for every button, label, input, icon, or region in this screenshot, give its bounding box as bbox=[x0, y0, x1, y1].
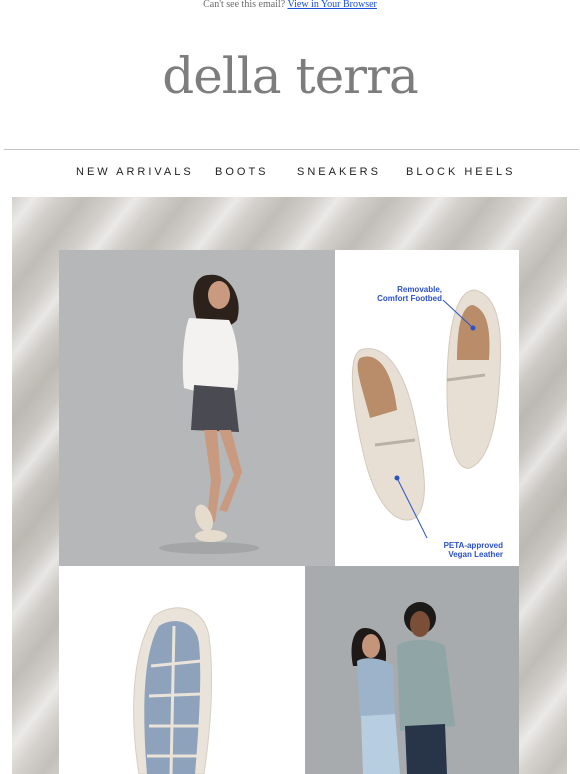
nav-sneakers[interactable]: SNEAKERS bbox=[297, 164, 381, 180]
nav-boots[interactable]: BOOTS bbox=[215, 164, 269, 180]
loafer-product-photo: Removable, Comfort Footbed PETA-approved… bbox=[335, 250, 519, 566]
leather-callout-line2: Vegan Leather bbox=[448, 550, 503, 559]
brand-logo[interactable]: della terra bbox=[0, 44, 580, 108]
outsole-illustration bbox=[59, 566, 305, 774]
brand-logo-text: della terra bbox=[162, 47, 419, 105]
header-divider bbox=[4, 149, 579, 150]
outsole-product-photo bbox=[59, 566, 305, 774]
footbed-callout-line1: Removable, bbox=[397, 285, 442, 294]
main-nav: NEW ARRIVALS BOOTS SNEAKERS BLOCK HEELS bbox=[0, 164, 580, 182]
couple-illustration bbox=[305, 566, 519, 774]
footbed-callout-line2: Comfort Footbed bbox=[377, 294, 442, 303]
model-illustration bbox=[59, 250, 335, 566]
preheader: Can't see this email? View in Your Brows… bbox=[0, 0, 580, 12]
nav-new-arrivals[interactable]: NEW ARRIVALS bbox=[76, 164, 194, 180]
preheader-text: Can't see this email? bbox=[203, 0, 286, 10]
model-photo bbox=[59, 250, 335, 566]
couple-photo bbox=[305, 566, 519, 774]
nav-block-heels[interactable]: BLOCK HEELS bbox=[406, 164, 515, 180]
leather-callout-line1: PETA-approved bbox=[443, 541, 503, 550]
hero-banner[interactable]: Removable, Comfort Footbed PETA-approved… bbox=[12, 197, 567, 774]
leather-callout: PETA-approved Vegan Leather bbox=[413, 541, 503, 559]
footbed-callout: Removable, Comfort Footbed bbox=[357, 285, 442, 303]
view-in-browser-link[interactable]: View in Your Browser bbox=[287, 0, 376, 10]
